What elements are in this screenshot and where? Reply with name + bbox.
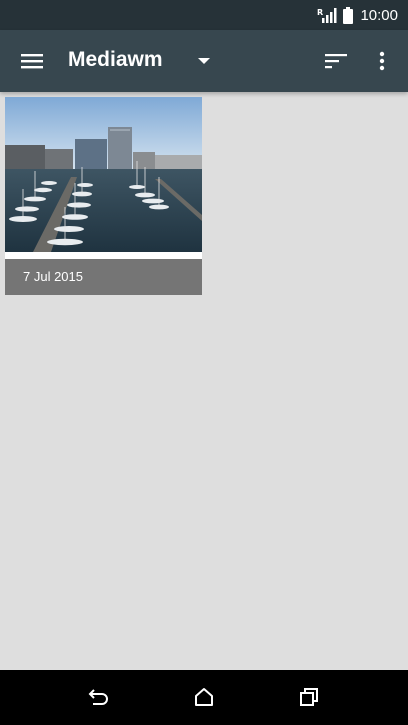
harbor-photo (5, 97, 202, 252)
title-dropdown-button[interactable] (190, 47, 218, 75)
more-vert-icon (379, 51, 385, 71)
menu-icon (21, 54, 43, 69)
sort-button[interactable] (316, 41, 356, 81)
recents-button[interactable] (294, 682, 324, 712)
home-button[interactable] (189, 682, 219, 712)
dropdown-arrow-icon (198, 58, 210, 64)
back-button[interactable] (84, 682, 114, 712)
svg-text:R: R (317, 8, 323, 17)
status-bar: R 10:00 (0, 0, 408, 30)
more-options-button[interactable] (364, 41, 400, 81)
home-icon (195, 688, 213, 706)
status-icons: R 10:00 (317, 0, 398, 30)
clock: 10:00 (360, 6, 398, 24)
media-thumbnail[interactable] (5, 97, 202, 252)
sort-icon (325, 54, 347, 69)
menu-button[interactable] (12, 41, 52, 81)
navigation-bar (0, 670, 408, 725)
signal-icon: R (317, 8, 337, 23)
app-title[interactable]: Mediawm (68, 48, 163, 72)
app-bar: Mediawm (0, 30, 408, 92)
back-icon (88, 689, 108, 705)
battery-icon (343, 6, 354, 24)
recents-icon (300, 688, 318, 706)
media-date: 7 Jul 2015 (23, 269, 83, 284)
media-caption: 7 Jul 2015 (5, 259, 202, 295)
media-card[interactable]: 7 Jul 2015 (5, 97, 202, 295)
